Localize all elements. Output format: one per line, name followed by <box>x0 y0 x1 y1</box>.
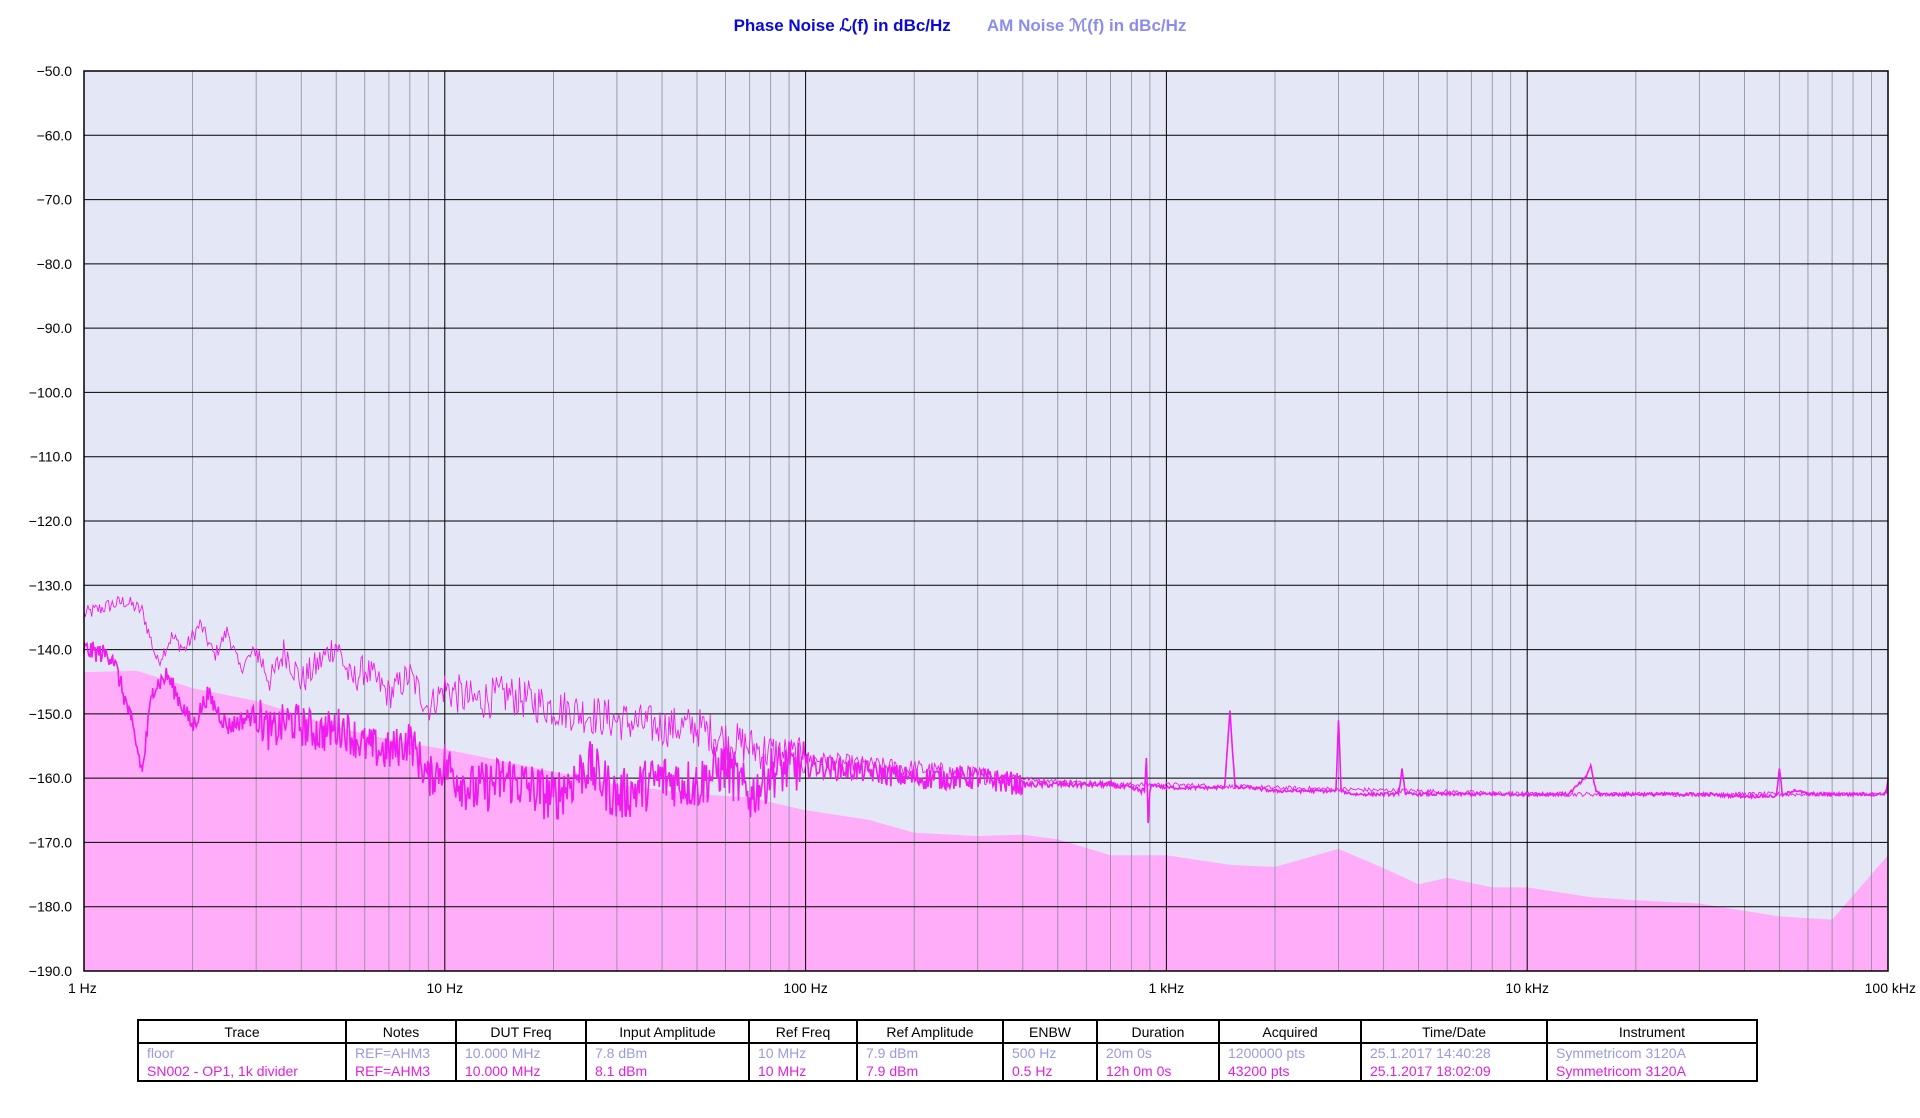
header-trace: Trace <box>137 1020 347 1044</box>
y-tick-label: −110.0 <box>30 449 72 465</box>
y-tick-label: −100.0 <box>29 384 72 400</box>
cell-instrument: Symmetricom 3120A <box>1546 1062 1758 1081</box>
cell-dut-freq: 10.000 MHz <box>455 1043 587 1062</box>
header-acquired: Acquired <box>1218 1020 1362 1044</box>
cell-ref-amplitude: 7.9 dBm <box>856 1043 1004 1062</box>
cell-dut-freq: 10.000 MHz <box>455 1062 587 1081</box>
y-tick-label: −130.0 <box>29 577 72 593</box>
x-tick-label: 1 kHz <box>1149 980 1185 996</box>
table-row: SN002 - OP1, 1k divider REF=AHM3 10.000 … <box>137 1062 1758 1081</box>
cell-ref-amplitude: 7.9 dBm <box>856 1062 1004 1081</box>
cell-instrument: Symmetricom 3120A <box>1546 1043 1758 1062</box>
y-tick-label: −60.0 <box>37 127 73 143</box>
x-tick-label: 100 kHz <box>1865 980 1916 996</box>
cell-notes: REF=AHM3 <box>345 1062 457 1081</box>
y-tick-label: −90.0 <box>37 320 73 336</box>
cell-enbw: 0.5 Hz <box>1002 1062 1098 1081</box>
header-dut-freq: DUT Freq <box>455 1020 587 1044</box>
table-row: floor REF=AHM3 10.000 MHz 7.8 dBm 10 MHz… <box>137 1043 1758 1062</box>
y-tick-label: −170.0 <box>29 834 72 850</box>
y-tick-label: −80.0 <box>37 256 73 272</box>
y-tick-label: −70.0 <box>37 192 73 208</box>
x-tick-label: 1 Hz <box>68 980 97 996</box>
cell-ref-freq: 10 MHz <box>748 1043 858 1062</box>
y-tick-label: −180.0 <box>29 899 72 915</box>
y-tick-label: −150.0 <box>29 706 72 722</box>
header-instrument: Instrument <box>1546 1020 1758 1044</box>
cell-acquired: 43200 pts <box>1218 1062 1362 1081</box>
cell-duration: 12h 0m 0s <box>1096 1062 1220 1081</box>
x-tick-label: 10 Hz <box>427 980 464 996</box>
header-ref-amplitude: Ref Amplitude <box>856 1020 1004 1044</box>
y-tick-label: −50.0 <box>37 63 73 79</box>
cell-enbw: 500 Hz <box>1002 1043 1098 1062</box>
y-tick-label: −160.0 <box>29 770 72 786</box>
header-ref-freq: Ref Freq <box>748 1020 858 1044</box>
cell-time-date: 25.1.2017 14:40:28 <box>1360 1043 1548 1062</box>
cell-duration: 20m 0s <box>1096 1043 1220 1062</box>
cell-ref-freq: 10 MHz <box>748 1062 858 1081</box>
cell-notes: REF=AHM3 <box>345 1043 457 1062</box>
header-duration: Duration <box>1096 1020 1220 1044</box>
header-time-date: Time/Date <box>1360 1020 1548 1044</box>
cell-time-date: 25.1.2017 18:02:09 <box>1360 1062 1548 1081</box>
y-tick-label: −190.0 <box>29 963 72 979</box>
x-tick-label: 10 kHz <box>1505 980 1549 996</box>
cell-input-amplitude: 8.1 dBm <box>585 1062 750 1081</box>
table-header-row: Trace Notes DUT Freq Input Amplitude Ref… <box>137 1020 1758 1044</box>
trace-info-table: Trace Notes DUT Freq Input Amplitude Ref… <box>137 1019 1758 1082</box>
cell-trace: SN002 - OP1, 1k divider <box>137 1062 347 1081</box>
x-tick-label: 100 Hz <box>783 980 827 996</box>
y-tick-label: −140.0 <box>29 642 72 658</box>
phase-noise-chart: −50.0 −60.0 −70.0 −80.0 −90.0 −100.0 −110.0 −12… <box>29 63 1916 996</box>
cell-trace: floor <box>137 1043 347 1062</box>
header-enbw: ENBW <box>1002 1020 1098 1044</box>
y-tick-label: −120.0 <box>29 513 72 529</box>
header-input-amplitude: Input Amplitude <box>585 1020 750 1044</box>
cell-input-amplitude: 7.8 dBm <box>585 1043 750 1062</box>
cell-acquired: 1200000 pts <box>1218 1043 1362 1062</box>
header-notes: Notes <box>345 1020 457 1044</box>
